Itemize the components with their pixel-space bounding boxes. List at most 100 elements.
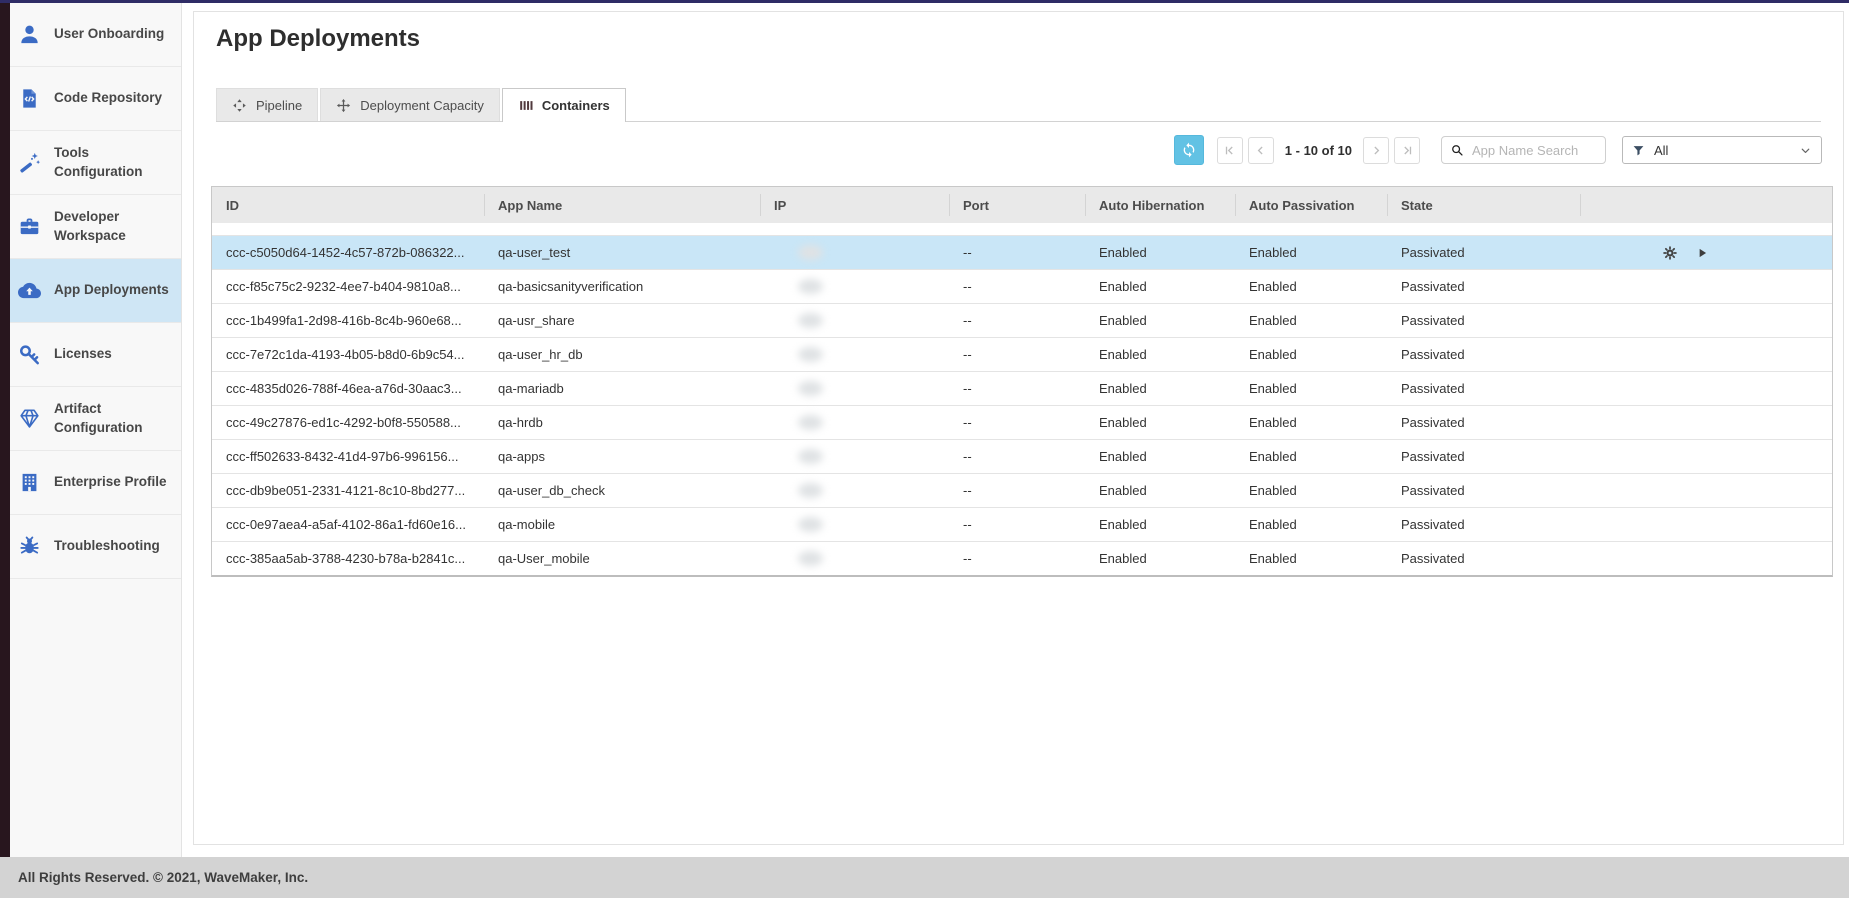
cell-actions [1580, 372, 1832, 405]
filter-select-value: All [1654, 143, 1790, 158]
last-page-button[interactable] [1394, 137, 1420, 164]
refresh-button[interactable] [1174, 135, 1204, 165]
table-row[interactable]: ccc-7e72c1da-4193-4b05-b8d0-6b9c54... qa… [212, 337, 1832, 371]
cell-app-name: qa-basicsanityverification [484, 270, 760, 303]
tab-containers[interactable]: Containers [502, 88, 626, 122]
cell-ip [760, 542, 949, 575]
app-name-search-input[interactable] [1470, 142, 1597, 159]
cell-state: Passivated [1387, 508, 1580, 541]
code-file-icon [18, 87, 41, 110]
pagination-range: 1 - 10 of 10 [1285, 143, 1352, 158]
cell-port: -- [949, 440, 1085, 473]
sidebar-item-troubleshooting[interactable]: Troubleshooting [10, 515, 181, 579]
cell-ip [760, 406, 949, 439]
table-row[interactable]: ccc-db9be051-2331-4121-8c10-8bd277... qa… [212, 473, 1832, 507]
bug-icon [18, 535, 41, 558]
column-header-state[interactable]: State [1387, 187, 1580, 223]
cell-ip [760, 338, 949, 371]
column-header-ip[interactable]: IP [760, 187, 949, 223]
column-header-id[interactable]: ID [212, 187, 484, 223]
tab-pipeline[interactable]: Pipeline [216, 88, 318, 121]
cell-auto-hibernation: Enabled [1085, 542, 1235, 575]
cell-ip [760, 236, 949, 269]
first-page-button[interactable] [1217, 137, 1243, 164]
containers-table: ID App Name IP Port Auto Hibernation Aut… [211, 186, 1833, 577]
cell-app-name: qa-hrdb [484, 406, 760, 439]
sidebar-item-enterprise-profile[interactable]: Enterprise Profile [10, 451, 181, 515]
cell-port: -- [949, 236, 1085, 269]
cell-auto-passivation: Enabled [1235, 508, 1387, 541]
app-root: User Onboarding Code Repository Tools Co… [0, 0, 1849, 898]
ip-redacted-blur [798, 449, 823, 464]
key-icon [18, 343, 41, 366]
column-header-port[interactable]: Port [949, 187, 1085, 223]
last-page-icon [1401, 144, 1414, 157]
cell-state: Passivated [1387, 338, 1580, 371]
next-page-button[interactable] [1363, 137, 1389, 164]
sidebar-item-code-repository[interactable]: Code Repository [10, 67, 181, 131]
sidebar-item-label: Tools Configuration [54, 144, 175, 180]
ip-redacted-blur [798, 551, 823, 566]
cloud-upload-icon [18, 279, 41, 302]
column-header-auto-hibernation[interactable]: Auto Hibernation [1085, 187, 1235, 223]
footer-copyright-text: All Rights Reserved. © 2021, WaveMaker, … [18, 870, 308, 885]
cell-auto-passivation: Enabled [1235, 406, 1387, 439]
table-row[interactable]: ccc-385aa5ab-3788-4230-b78a-b2841c... qa… [212, 541, 1832, 575]
cell-ip [760, 304, 949, 337]
cell-actions [1580, 270, 1832, 303]
table-row[interactable]: ccc-4835d026-788f-46ea-a76d-30aac3... qa… [212, 371, 1832, 405]
sidebar-item-developer-workspace[interactable]: Developer Workspace [10, 195, 181, 259]
cell-app-name: qa-mariadb [484, 372, 760, 405]
cell-auto-passivation: Enabled [1235, 236, 1387, 269]
cell-auto-hibernation: Enabled [1085, 508, 1235, 541]
sidebar-item-tools-configuration[interactable]: Tools Configuration [10, 131, 181, 195]
filter-select[interactable]: All [1622, 136, 1822, 164]
column-header-actions [1580, 187, 1832, 223]
previous-page-button[interactable] [1248, 137, 1274, 164]
cell-actions [1580, 542, 1832, 575]
table-row[interactable]: ccc-c5050d64-1452-4c57-872b-086322... qa… [212, 235, 1832, 269]
table-row[interactable]: ccc-f85c75c2-9232-4ee7-b404-9810a8... qa… [212, 269, 1832, 303]
table-row[interactable]: ccc-0e97aea4-a5af-4102-86a1-fd60e16... q… [212, 507, 1832, 541]
cell-auto-hibernation: Enabled [1085, 270, 1235, 303]
tab-deployment-capacity[interactable]: Deployment Capacity [320, 88, 500, 121]
cell-port: -- [949, 338, 1085, 371]
sidebar-item-label: Licenses [54, 345, 112, 363]
cell-auto-passivation: Enabled [1235, 542, 1387, 575]
next-page-icon [1370, 144, 1383, 157]
cell-id: ccc-1b499fa1-2d98-416b-8c4b-960e68... [212, 304, 484, 337]
sidebar-item-label: Enterprise Profile [54, 473, 167, 491]
play-icon[interactable] [1695, 246, 1709, 260]
sidebar-item-label: Code Repository [54, 89, 162, 107]
previous-page-icon [1254, 144, 1267, 157]
ip-redacted-blur [798, 347, 823, 362]
sidebar-item-user-onboarding[interactable]: User Onboarding [10, 3, 181, 67]
columns-icon [518, 98, 533, 113]
table-row[interactable]: ccc-49c27876-ed1c-4292-b0f8-550588... qa… [212, 405, 1832, 439]
sidebar-item-artifact-configuration[interactable]: Artifact Configuration [10, 387, 181, 451]
cell-id: ccc-7e72c1da-4193-4b05-b8d0-6b9c54... [212, 338, 484, 371]
cell-state: Passivated [1387, 406, 1580, 439]
sidebar-item-licenses[interactable]: Licenses [10, 323, 181, 387]
tab-label: Pipeline [256, 98, 302, 113]
sidebar-item-label: App Deployments [54, 281, 169, 299]
settings-gear-icon[interactable] [1662, 245, 1678, 261]
first-page-icon [1223, 144, 1236, 157]
cell-actions [1580, 474, 1832, 507]
cell-port: -- [949, 406, 1085, 439]
cell-id: ccc-f85c75c2-9232-4ee7-b404-9810a8... [212, 270, 484, 303]
column-header-app-name[interactable]: App Name [484, 187, 760, 223]
cell-port: -- [949, 372, 1085, 405]
cell-port: -- [949, 474, 1085, 507]
ip-redacted-blur [798, 517, 823, 532]
cell-app-name: qa-user_db_check [484, 474, 760, 507]
cell-state: Passivated [1387, 270, 1580, 303]
cell-auto-hibernation: Enabled [1085, 338, 1235, 371]
cell-actions [1580, 236, 1832, 269]
sidebar-item-app-deployments[interactable]: App Deployments [10, 259, 181, 323]
ip-redacted-blur [798, 483, 823, 498]
ip-redacted-blur [798, 313, 823, 328]
table-row[interactable]: ccc-1b499fa1-2d98-416b-8c4b-960e68... qa… [212, 303, 1832, 337]
column-header-auto-passivation[interactable]: Auto Passivation [1235, 187, 1387, 223]
table-row[interactable]: ccc-ff502633-8432-41d4-97b6-996156... qa… [212, 439, 1832, 473]
